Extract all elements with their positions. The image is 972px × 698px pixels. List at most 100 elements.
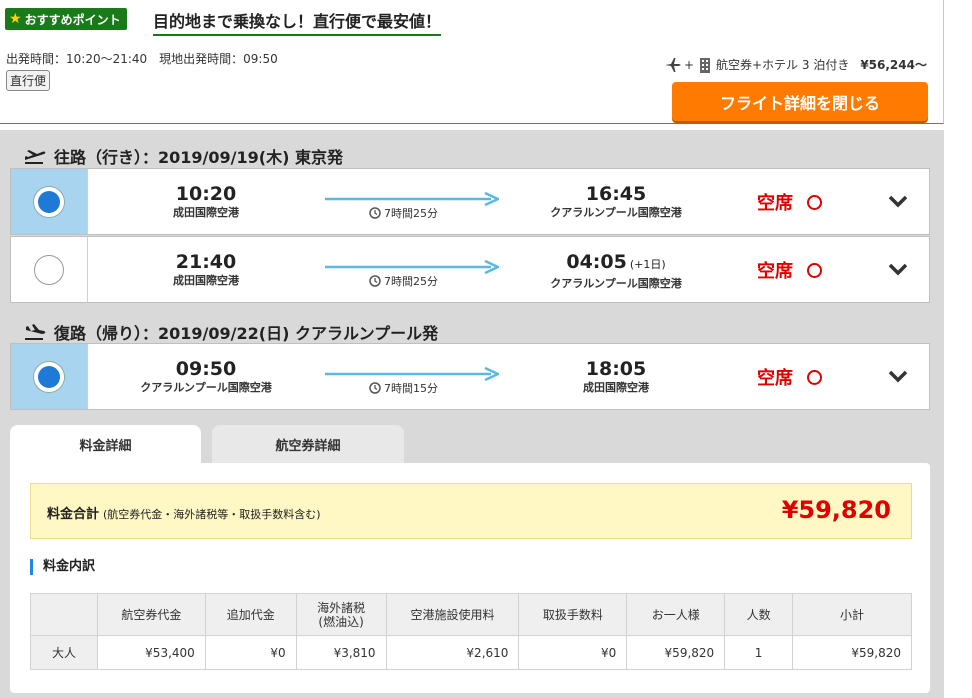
duration-text: 7時間25分 (384, 207, 438, 220)
flight-select-radio-cell[interactable] (11, 169, 88, 234)
table-header: お一人様 (626, 593, 726, 636)
chevron-down-icon[interactable] (887, 259, 909, 279)
fare-total-label: 料金合計 (航空券代金・海外諸税等・取扱手数料含む) (47, 507, 321, 522)
table-row: 大人 ¥53,400 ¥0 ¥3,810 ¥2,610 ¥0 ¥59,820 1… (30, 635, 912, 670)
arrival-airport: 成田国際空港 (583, 381, 649, 394)
departure: 09:50 クアラルンプール国際空港 (121, 358, 291, 395)
table-header: 空港施設使用料 (385, 593, 520, 636)
airplane-icon (664, 57, 681, 72)
flight-summary-card: ★ おすすめポイント 目的地まで乗換なし！直行便で最安値！ 出発時間：10:20… (0, 0, 944, 124)
table-header: 航空券代金 (96, 593, 206, 636)
table-cell: 1 (724, 635, 794, 670)
fare-details-content: 料金合計 (航空券代金・海外諸税等・取扱手数料含む) ¥59,820 料金内訳 航… (10, 463, 930, 693)
flight-arrow-icon (325, 260, 499, 274)
flight-select-radio[interactable] (34, 254, 64, 285)
table-cell: ¥0 (204, 635, 297, 670)
seat-availability: 空席 (757, 189, 822, 215)
flight-duration: 7時間25分 (369, 205, 438, 221)
duration-text: 7時間25分 (384, 275, 438, 288)
departure-time: 21:40 (175, 251, 237, 273)
available-circle-icon (807, 194, 822, 210)
flight-details-panel: 往路（行き）：2019/09/19(木) 東京発 10:20 成田国際空港 7時… (0, 130, 944, 698)
table-cell: ¥59,820 (792, 635, 912, 670)
star-icon: ★ (9, 11, 22, 27)
tab-fare-details[interactable]: 料金詳細 (10, 425, 201, 464)
arrival-airport: クアラルンプール国際空港 (550, 206, 682, 219)
departure-airport: クアラルンプール国際空港 (140, 381, 272, 394)
fare-total-price: ¥59,820 (781, 496, 891, 524)
outbound-title: 往路（行き）：2019/09/19(木) 東京発 (24, 144, 343, 168)
tab-ticket-details[interactable]: 航空券詳細 (212, 425, 404, 464)
inbound-title-text: 復路（帰り）：2019/09/22(日) クアラルンプール発 (54, 324, 439, 343)
arrival: 18:05 成田国際空港 (531, 358, 701, 395)
recommend-badge-label: おすすめポイント (24, 12, 121, 27)
package-label: 航空券+ホテル 3 泊付き (716, 58, 850, 72)
departure-time: 09:50 (175, 358, 237, 380)
flight-select-radio-cell[interactable] (11, 237, 88, 302)
seat-availability: 空席 (757, 364, 822, 390)
hotel-icon (700, 57, 710, 73)
departure: 21:40 成田国際空港 (121, 251, 291, 288)
table-cell: ¥2,610 (385, 635, 520, 670)
clock-icon (369, 382, 381, 394)
departure-airport: 成田国際空港 (173, 274, 239, 287)
package-price: ¥56,244〜 (860, 58, 927, 72)
flight-select-radio-cell[interactable] (11, 344, 88, 409)
inbound-flight-option-1[interactable]: 09:50 クアラルンプール国際空港 7時間15分 18:05 成田国際空港 空… (10, 343, 930, 410)
flight-select-radio[interactable] (34, 186, 64, 217)
chevron-down-icon[interactable] (887, 191, 909, 211)
table-cell: ¥53,400 (96, 635, 206, 670)
arrival-next-day: (+1日) (629, 258, 666, 271)
clock-icon (369, 275, 381, 287)
arrival: 16:45 クアラルンプール国際空港 (531, 183, 701, 220)
package-info: + 航空券+ホテル 3 泊付き ¥56,244〜 (664, 56, 927, 73)
flight-duration: 7時間15分 (369, 380, 438, 396)
flight-duration: 7時間25分 (369, 273, 438, 289)
close-flight-details-button[interactable]: フライト詳細を閉じる (672, 82, 928, 121)
table-header: 取扱手数料 (518, 593, 628, 636)
fare-total-note: (航空券代金・海外諸税等・取扱手数料含む) (103, 508, 321, 521)
seat-status: 空席 (757, 368, 793, 389)
clock-icon (369, 207, 381, 219)
chevron-down-icon[interactable] (887, 366, 909, 386)
flight-arrow-icon (325, 192, 499, 206)
fare-breakdown-table: 航空券代金 追加代金 海外諸税 (燃油込) 空港施設使用料 取扱手数料 お一人様… (30, 593, 912, 670)
table-cell: ¥0 (518, 635, 628, 670)
departure-time: 10:20 (175, 183, 237, 205)
arrival: 04:05 (+1日) クアラルンプール国際空港 (531, 251, 701, 291)
outbound-title-text: 往路（行き）：2019/09/19(木) 東京発 (54, 148, 343, 167)
available-circle-icon (807, 262, 822, 278)
outbound-flight-option-2[interactable]: 21:40 成田国際空港 7時間25分 04:05 (+1日) クアラルンプール国… (10, 236, 930, 303)
table-header (30, 593, 98, 636)
outbound-flight-option-1[interactable]: 10:20 成田国際空港 7時間25分 16:45 クアラルンプール国際空港 空… (10, 168, 930, 235)
table-cell: ¥3,810 (295, 635, 387, 670)
table-cell: 大人 (30, 635, 98, 670)
table-header: 海外諸税 (燃油込) (295, 593, 387, 636)
fare-total-box: 料金合計 (航空券代金・海外諸税等・取扱手数料含む) ¥59,820 (30, 483, 912, 539)
arrival-airport: クアラルンプール国際空港 (550, 277, 682, 290)
table-header: 追加代金 (204, 593, 297, 636)
landing-icon (25, 324, 46, 340)
departure-time-info: 出発時間：10:20〜21:40 現地出発時間：09:50 (6, 52, 278, 66)
seat-availability: 空席 (757, 257, 822, 283)
seat-status: 空席 (757, 193, 793, 214)
arrival-time: 16:45 (585, 183, 647, 205)
table-header: 小計 (792, 593, 912, 636)
recommend-badge: ★ おすすめポイント (5, 8, 127, 30)
seat-status: 空席 (757, 261, 793, 282)
flight-select-radio[interactable] (34, 361, 64, 392)
takeoff-icon (25, 150, 46, 164)
flight-arrow-icon (325, 367, 499, 381)
inbound-title: 復路（帰り）：2019/09/22(日) クアラルンプール発 (24, 320, 438, 344)
duration-text: 7時間15分 (384, 382, 438, 395)
direct-flight-tag: 直行便 (6, 70, 51, 91)
table-header: 人数 (724, 593, 794, 636)
departure: 10:20 成田国際空港 (121, 183, 291, 220)
fare-breakdown-title: 料金内訳 (30, 559, 95, 575)
available-circle-icon (807, 369, 822, 385)
table-cell: ¥59,820 (626, 635, 726, 670)
departure-airport: 成田国際空港 (173, 206, 239, 219)
arrival-time: 04:05 (566, 251, 627, 273)
arrival-time: 18:05 (585, 358, 647, 380)
headline: 目的地まで乗換なし！直行便で最安値！ (153, 8, 442, 36)
